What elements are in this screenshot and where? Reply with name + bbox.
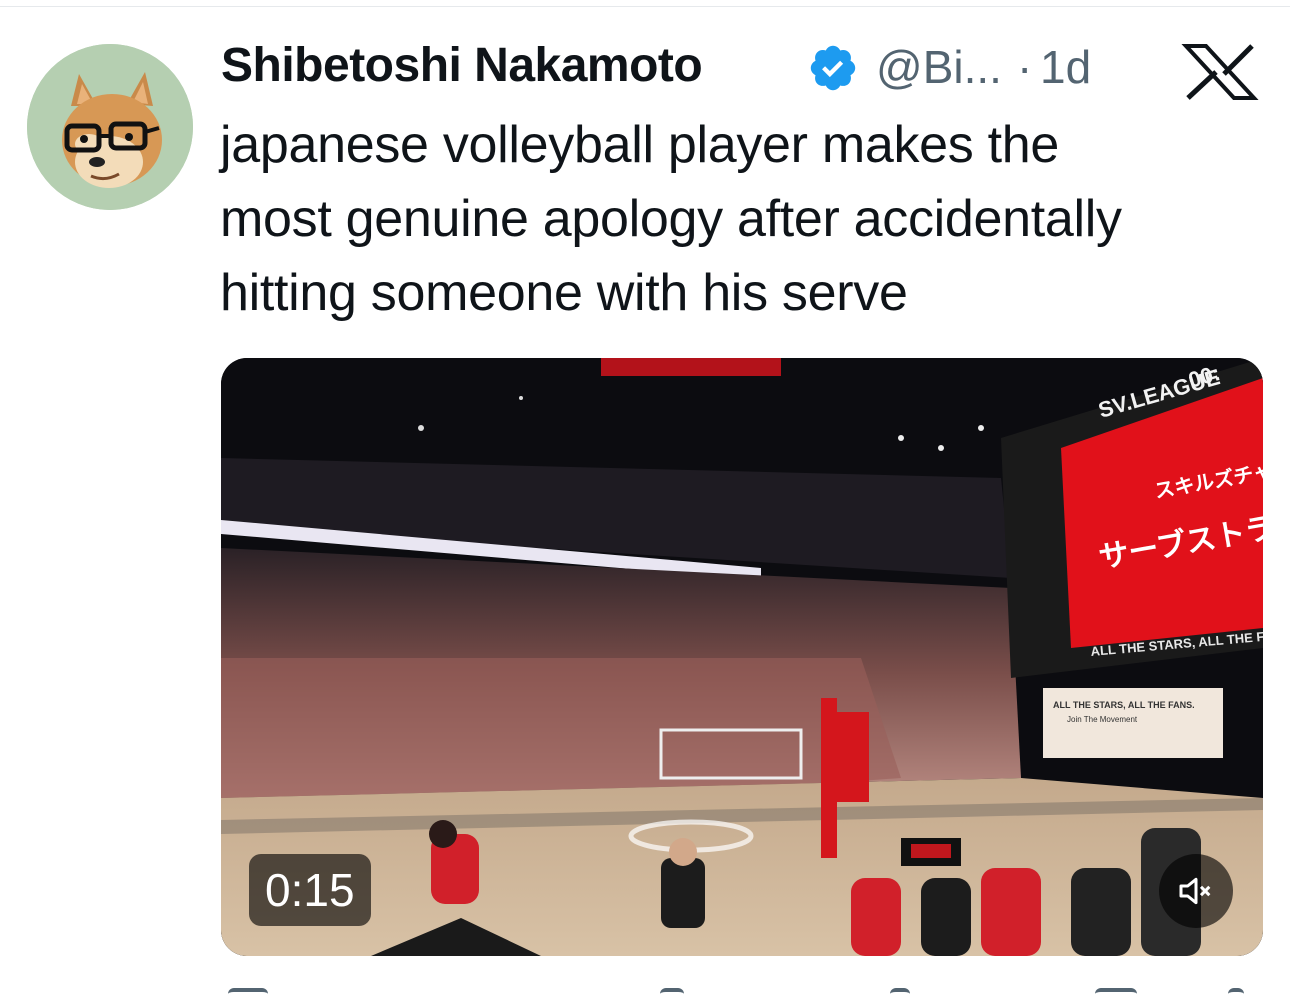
tweet-line: japanese volleyball player makes the xyxy=(220,116,1060,174)
repost-icon[interactable] xyxy=(660,988,684,1000)
author-handle[interactable]: @Bi... xyxy=(876,40,1002,94)
board-line-2: Join The Movement xyxy=(1067,715,1138,724)
like-icon[interactable] xyxy=(890,988,910,1000)
tweet-line: most genuine apology after accidentally xyxy=(220,190,1122,248)
video-frame-arena: SV.LEAGUE 00: スキルズチャ サーブストラ ALL THE STAR… xyxy=(221,358,1263,956)
video-duration-badge: 0:15 xyxy=(249,854,371,926)
tweet-line: hitting someone with his serve xyxy=(220,264,908,322)
x-logo-icon xyxy=(1181,44,1259,100)
doge-avatar-image xyxy=(27,44,193,210)
separator-dot: · xyxy=(1017,41,1033,93)
mute-toggle-button[interactable] xyxy=(1159,854,1233,928)
verified-badge-icon xyxy=(810,45,856,91)
post-timestamp[interactable]: 1d xyxy=(1040,40,1091,94)
speaker-muted-icon xyxy=(1179,877,1211,905)
author-name[interactable]: Shibetoshi Nakamoto xyxy=(221,38,703,93)
board-line-1: ALL THE STARS, ALL THE FANS. xyxy=(1053,700,1195,710)
avatar[interactable] xyxy=(27,44,193,210)
share-icon[interactable] xyxy=(1228,988,1244,1000)
bookmark-icon[interactable] xyxy=(1095,988,1137,1000)
tweet-text: japanese volleyball player makes the mos… xyxy=(220,108,1270,330)
video-player[interactable]: SV.LEAGUE 00: スキルズチャ サーブストラ ALL THE STAR… xyxy=(221,358,1263,956)
top-divider xyxy=(0,6,1290,7)
reply-icon[interactable] xyxy=(228,988,268,1000)
